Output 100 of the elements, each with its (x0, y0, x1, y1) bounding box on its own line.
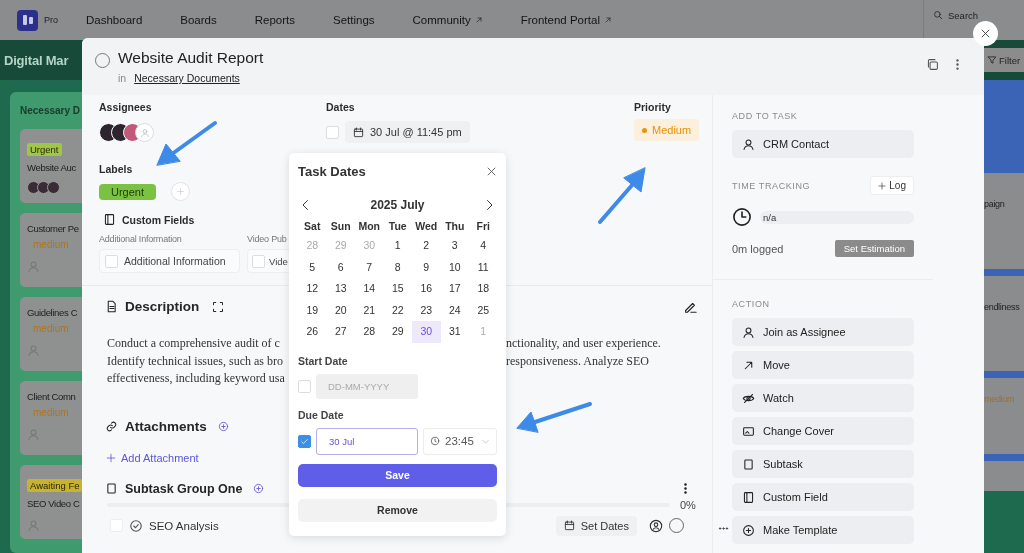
start-date-field[interactable]: DD-MM-YYYY (316, 373, 418, 399)
section-title: Attachments (125, 418, 207, 434)
popup-title: Task Dates (298, 164, 366, 179)
sidebar-button[interactable]: Custom Field (732, 483, 914, 511)
nav-link[interactable]: Community (412, 14, 483, 26)
sidebar-button[interactable]: Move (732, 351, 914, 379)
sidebar-button[interactable]: Join as Assignee (732, 318, 914, 346)
log-button[interactable]: Log (870, 176, 914, 195)
calendar-day[interactable]: 4 (469, 235, 498, 257)
section-heading: TIME TRACKING (732, 180, 811, 191)
calendar-day[interactable]: 8 (383, 256, 412, 278)
nav-link[interactable]: Dashboard (86, 14, 143, 26)
remove-button[interactable]: Remove (298, 498, 497, 522)
nav-link[interactable]: Boards (180, 14, 217, 26)
priority-label: medium (33, 323, 70, 334)
labels-label: Labels (99, 163, 133, 175)
logged-time: 0m logged (732, 242, 784, 255)
task-card[interactable]: Customer Pe medium (20, 213, 82, 287)
field-label: Additional Information (99, 234, 183, 244)
calendar-day[interactable]: 22 (383, 299, 412, 321)
weekday-label: Tue (387, 219, 408, 234)
calendar-day[interactable]: 18 (469, 278, 498, 300)
description-text: responsiveness. Analyze SEO (506, 353, 650, 370)
subtask-title: SEO Analysis (149, 519, 219, 532)
time-select[interactable]: 23:45 (423, 427, 497, 455)
calendar-day[interactable]: 16 (412, 278, 441, 300)
calendar-day[interactable]: 15 (383, 278, 412, 300)
calendar-day[interactable]: 31 (440, 321, 469, 343)
label-chip[interactable]: Urgent (99, 183, 157, 200)
weekday-label: Mon (357, 219, 382, 234)
estimate-field[interactable]: n/a (760, 210, 914, 224)
card-title: paign (984, 199, 1005, 209)
filter-button[interactable]: Filter (984, 48, 1024, 72)
nav-link[interactable]: Settings (333, 14, 375, 26)
plan-label: Pro (44, 15, 58, 25)
card-title: endliness (984, 301, 1020, 312)
section-heading: ACTION (732, 299, 771, 309)
calendar-day[interactable]: 29 (383, 321, 412, 343)
weekday-label: Fri (475, 219, 491, 234)
task-card[interactable]: Guidelines C medium (20, 297, 82, 371)
card-title: Client Comn (27, 391, 77, 402)
field-label: Due Date (298, 408, 345, 421)
calendar-day[interactable]: 17 (440, 278, 469, 300)
calendar-day[interactable]: 23 (412, 299, 441, 321)
nav-link[interactable]: Reports (254, 14, 295, 26)
sidebar-button[interactable]: Make Template (732, 516, 914, 544)
due-date-field[interactable]: 30 Jul (316, 427, 418, 455)
sidebar-button[interactable]: Watch (732, 384, 914, 412)
description-text: nctionality, and user experience. (506, 336, 662, 352)
nav-link[interactable]: Frontend Portal (520, 14, 612, 26)
calendar-day[interactable]: 25 (469, 299, 498, 321)
board-link[interactable]: Necessary Documents (134, 72, 240, 84)
section-title: Description (125, 299, 200, 314)
calendar-day[interactable]: 30 (412, 321, 441, 343)
calendar-day[interactable]: 19 (298, 299, 327, 321)
calendar-day[interactable]: 5 (298, 256, 327, 278)
set-dates-button[interactable]: Set Dates (555, 515, 637, 536)
calendar-day[interactable]: 26 (298, 321, 327, 343)
calendar-day[interactable]: 10 (440, 256, 469, 278)
calendar-day[interactable]: 2 (412, 235, 441, 257)
save-button[interactable]: Save (298, 463, 497, 487)
calendar-day[interactable]: 3 (440, 235, 469, 257)
calendar-day[interactable]: 7 (355, 256, 384, 278)
priority-label: medium (33, 407, 70, 418)
calendar-day[interactable]: 13 (326, 278, 355, 300)
calendar-day[interactable]: 11 (469, 256, 498, 278)
description-text: Identify technical issues, such as bro (107, 353, 284, 370)
date-chip[interactable]: 30 Jul @ 11:45 pm (345, 121, 470, 143)
weekday-label: Thu (444, 219, 466, 234)
card-title: Website Auc (27, 162, 77, 173)
sidebar-button[interactable]: Subtask (732, 450, 914, 478)
calendar-day[interactable]: 27 (326, 321, 355, 343)
task-card[interactable]: Awaiting Fe SEO Video C (20, 465, 82, 539)
calendar-day[interactable]: 24 (440, 299, 469, 321)
task-card[interactable]: Client Comn medium (20, 381, 82, 455)
calendar-day[interactable]: 12 (298, 278, 327, 300)
weekday-label: Wed (414, 219, 439, 234)
task-title: Website Audit Report (118, 49, 264, 67)
custom-field[interactable]: Additional Information (99, 249, 240, 273)
assignees-label: Assignees (99, 101, 153, 113)
task-card[interactable]: Urgent Website Auc (20, 129, 82, 203)
sidebar-button[interactable]: CRM Contact (732, 130, 914, 158)
calendar-day[interactable]: 14 (355, 278, 384, 300)
calendar-day[interactable]: 21 (355, 299, 384, 321)
calendar-day[interactable]: 28 (355, 321, 384, 343)
calendar-day[interactable]: 6 (326, 256, 355, 278)
tag: Urgent (27, 143, 62, 156)
in-label: in (118, 72, 127, 84)
priority-label: medium (984, 394, 1015, 404)
calendar-day[interactable]: 9 (412, 256, 441, 278)
weekday-label: Sun (329, 219, 352, 234)
task-card[interactable]: paign (984, 173, 1024, 269)
sidebar-button[interactable]: Change Cover (732, 417, 914, 445)
task-card[interactable]: endliness (984, 276, 1024, 371)
calendar-day[interactable]: 20 (326, 299, 355, 321)
progress-percent: 0% (680, 498, 696, 511)
calendar-day[interactable]: 1 (383, 235, 412, 257)
tag: Awaiting Fe (27, 479, 82, 492)
board-title: Digital Mar (0, 40, 82, 80)
card-title: SEO Video C (27, 498, 81, 509)
